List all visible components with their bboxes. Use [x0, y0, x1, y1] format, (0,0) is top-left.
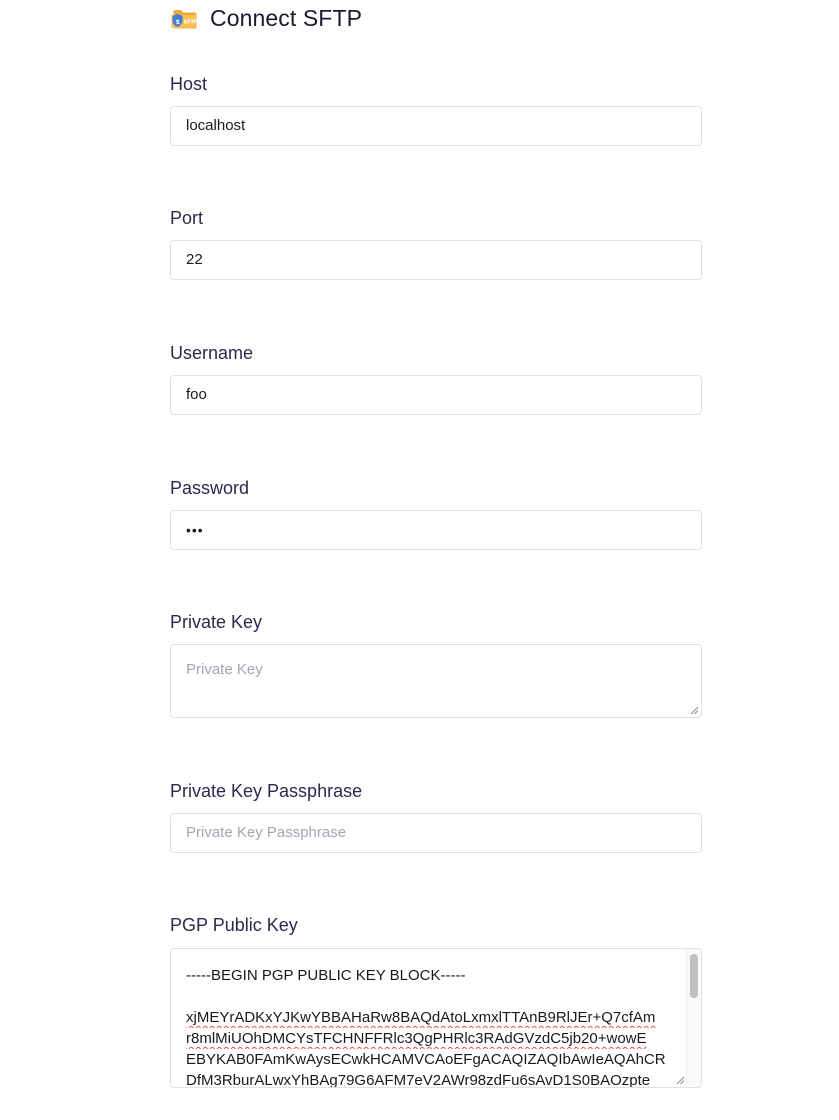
pgp-public-key-field-group: PGP Public Key -----BEGIN PGP PUBLIC KEY…: [170, 914, 702, 1088]
page-header: SFTP $ Connect SFTP: [170, 2, 362, 34]
scrollbar-track[interactable]: [686, 949, 701, 1087]
password-field-group: Password •••: [170, 477, 702, 550]
pgp-key-blank-line: [186, 986, 674, 1007]
host-label: Host: [170, 74, 208, 94]
pgp-public-key-label: PGP Public Key: [170, 915, 298, 935]
pgp-key-line: -----BEGIN PGP PUBLIC KEY BLOCK-----: [186, 967, 466, 984]
pgp-key-line: xjMEYrADKxYJKwYBBAHaRw8BAQdAtoLxmxlTTAnB…: [186, 1009, 656, 1026]
password-label: Password: [170, 478, 250, 498]
private-key-passphrase-field-group: Private Key Passphrase Private Key Passp…: [170, 780, 702, 853]
private-key-field-group: Private Key Private Key: [170, 611, 702, 718]
pgp-key-line: EBYKAB0FAmKwAysECwkHCAMVCAoEFgACAQIZAQIb…: [186, 1051, 666, 1068]
private-key-passphrase-input[interactable]: Private Key Passphrase: [170, 813, 702, 853]
pgp-key-line: r8mlMiUOhDMCYsTFCHNFFRlc3QgPHRlc3RAdGVzd…: [186, 1030, 647, 1047]
private-key-textarea[interactable]: Private Key: [170, 644, 702, 718]
username-field-group: Username foo: [170, 342, 702, 415]
pgp-key-line: DfM3RburALwxYhBAg79G6AFM7eV2AWr98zdFu6sA…: [186, 1072, 651, 1088]
password-input[interactable]: •••: [170, 510, 702, 550]
private-key-label: Private Key: [170, 612, 263, 632]
host-input[interactable]: localhost: [170, 106, 702, 146]
port-label: Port: [170, 208, 204, 228]
svg-text:SFTP: SFTP: [184, 20, 198, 26]
resize-handle-icon[interactable]: [689, 705, 699, 715]
pgp-public-key-content: -----BEGIN PGP PUBLIC KEY BLOCK----- xjM…: [186, 965, 674, 1088]
private-key-passphrase-label: Private Key Passphrase: [170, 781, 363, 801]
svg-text:$: $: [176, 19, 180, 26]
pgp-public-key-textarea[interactable]: -----BEGIN PGP PUBLIC KEY BLOCK----- xjM…: [170, 948, 702, 1088]
port-field-group: Port 22: [170, 207, 702, 280]
page-title: Connect SFTP: [210, 4, 363, 31]
private-key-placeholder: Private Key: [186, 661, 263, 678]
resize-handle-icon[interactable]: [675, 1075, 685, 1085]
scrollbar-thumb[interactable]: [690, 954, 698, 998]
port-input[interactable]: 22: [170, 240, 702, 280]
host-field-group: Host localhost: [170, 73, 702, 146]
sftp-folder-shield-icon: SFTP $: [170, 4, 198, 32]
username-label: Username: [170, 343, 254, 363]
username-input[interactable]: foo: [170, 375, 702, 415]
